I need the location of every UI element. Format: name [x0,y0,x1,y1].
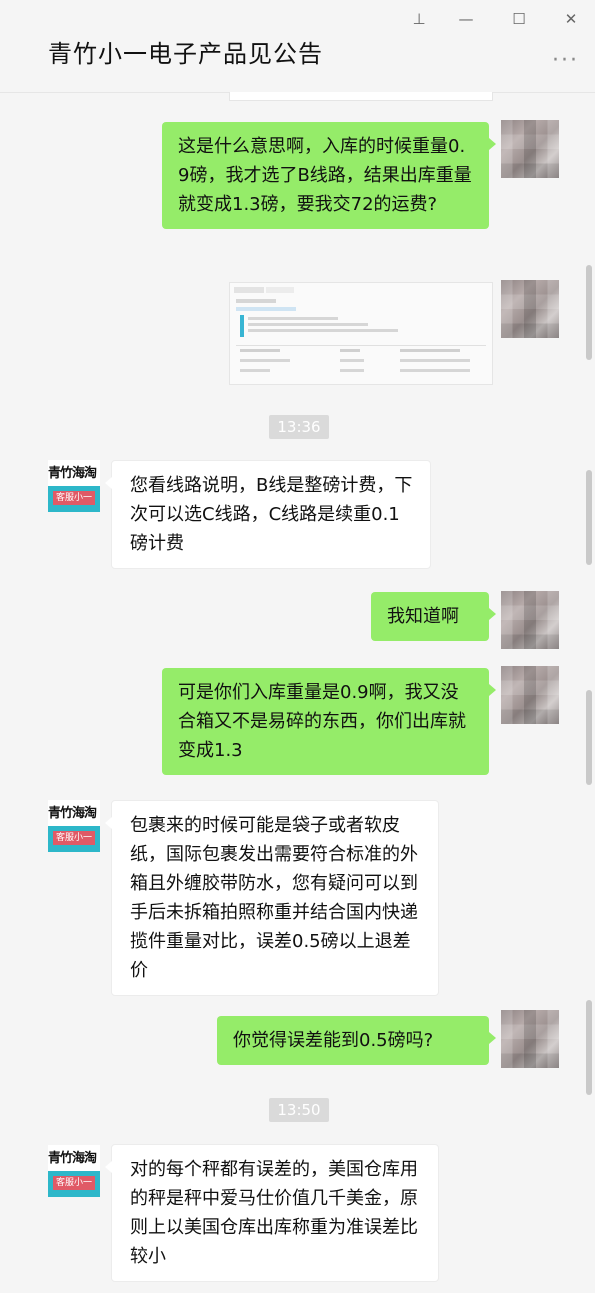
title-bar: ⊥ — ☐ ✕ 青竹小一电子产品见公告 ··· [0,0,595,93]
my-message-bubble[interactable]: 我知道啊 [371,592,496,641]
my-avatar[interactable] [501,280,559,338]
close-icon[interactable]: ✕ [560,8,582,30]
my-avatar[interactable] [501,1010,559,1068]
scrollbar-thumb-3[interactable] [586,690,592,785]
cs-message-bubble[interactable]: 您看线路说明，B线是整磅计费，下次可以选C线路，C线路是续重0.1磅计费 [105,460,431,569]
cs-avatar-tag: 客服小一 [53,1176,95,1190]
cs-message-bubble[interactable]: 对的每个秤都有误差的，美国仓库用的秤是秤中爱马仕价值几千美金，原则上以美国仓库出… [105,1144,439,1282]
scrollbar-thumb[interactable] [586,265,592,360]
cs-avatar[interactable]: 青竹海淘 客服小一 [48,1145,100,1197]
previous-image-message[interactable] [229,92,493,101]
pin-icon[interactable]: ⊥ [408,8,430,30]
cs-avatar[interactable]: 青竹海淘 客服小一 [48,460,100,512]
cs-avatar-text: 青竹海淘 [48,466,97,481]
my-message-bubble[interactable]: 这是什么意思啊，入库的时候重量0.9磅，我才选了B线路，结果出库重量就变成1.3… [162,122,496,229]
my-avatar[interactable] [501,120,559,178]
my-message-bubble[interactable]: 你觉得误差能到0.5磅吗? [217,1016,496,1065]
cs-avatar-tag: 客服小一 [53,491,95,505]
cs-avatar-text: 青竹海淘 [48,1151,97,1166]
chat-title: 青竹小一电子产品见公告 [48,40,323,68]
timestamp: 13:50 [269,1098,329,1122]
scrollbar-thumb-4[interactable] [586,1000,592,1095]
more-icon[interactable]: ··· [552,48,579,73]
maximize-icon[interactable]: ☐ [508,8,530,30]
cs-avatar-tag: 客服小一 [53,831,95,845]
cs-avatar-text: 青竹海淘 [48,806,97,821]
scrollbar-thumb-2[interactable] [586,470,592,565]
my-message-bubble[interactable]: 可是你们入库重量是0.9啊，我又没合箱又不是易碎的东西，你们出库就变成1.3 [162,668,496,775]
image-message[interactable] [229,282,493,385]
cs-message-bubble[interactable]: 包裹来的时候可能是袋子或者软皮纸，国际包裹发出需要符合标准的外箱且外缠胶带防水，… [105,800,439,996]
my-avatar[interactable] [501,666,559,724]
cs-avatar[interactable]: 青竹海淘 客服小一 [48,800,100,852]
minimize-icon[interactable]: — [455,8,477,30]
screenshot-thumbnail [230,283,492,384]
my-avatar[interactable] [501,591,559,649]
timestamp: 13:36 [269,415,329,439]
